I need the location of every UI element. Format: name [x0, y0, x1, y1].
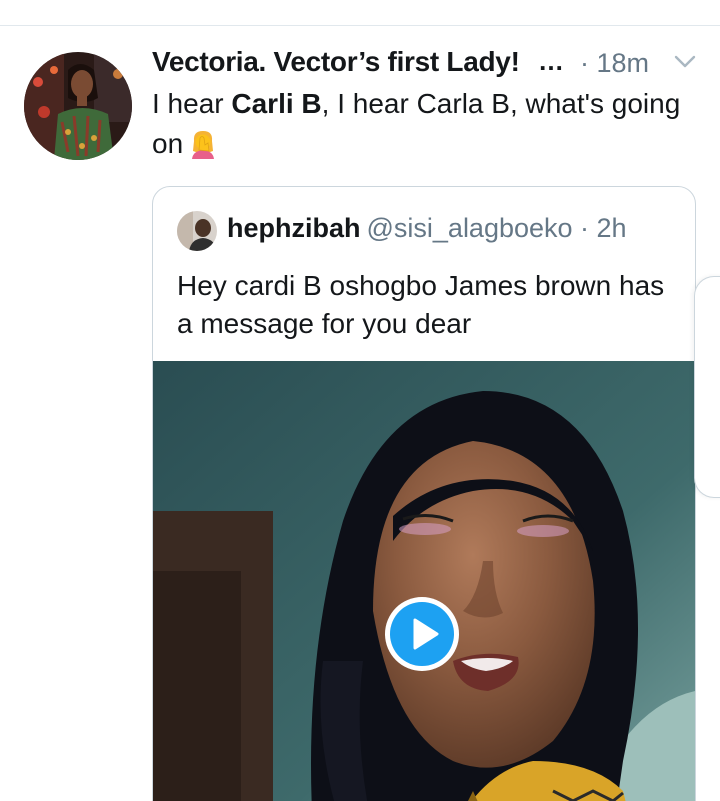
- woman-facepalming-icon: [192, 131, 215, 159]
- quoted-author-handle[interactable]: @sisi_alagboeko: [367, 213, 573, 243]
- video-thumbnail[interactable]: [153, 361, 695, 801]
- tweet-text-prefix: I hear: [152, 88, 232, 119]
- tweet-header: Vectoria. Vector’s first Lady! … · 18m: [152, 44, 712, 84]
- video-frame-illustration: [153, 361, 695, 801]
- quoted-author-name[interactable]: hephzibah: [227, 213, 361, 243]
- tweet-timestamp[interactable]: · 18m: [580, 48, 649, 79]
- play-button[interactable]: [385, 597, 459, 671]
- play-icon[interactable]: [390, 602, 454, 666]
- side-panel-handle[interactable]: [694, 276, 720, 498]
- previous-tweet-chevron-icon[interactable]: [594, 0, 612, 8]
- author-display-name[interactable]: Vectoria. Vector’s first Lady!: [152, 46, 520, 78]
- tweet-divider: [0, 25, 720, 26]
- timeline-view: Vectoria. Vector’s first Lady! … · 18m I…: [0, 0, 720, 801]
- author-avatar[interactable]: [24, 52, 132, 160]
- name-truncation: …: [538, 46, 564, 76]
- quoted-tweet-text: Hey cardi B oshogbo James brown has a me…: [177, 270, 665, 339]
- quoted-tweet-timestamp: · 2h: [572, 213, 627, 243]
- quoted-tweet-card[interactable]: hephzibah @sisi_alagboeko · 2h Hey cardi …: [152, 186, 696, 801]
- tweet-text-bold: Carli B: [231, 88, 322, 119]
- quoted-tweet-header: hephzibah @sisi_alagboeko · 2h: [227, 213, 627, 244]
- chevron-down-icon[interactable]: [672, 52, 698, 72]
- quoted-author-avatar[interactable]: [177, 211, 217, 251]
- tweet-text: I hear Carli B, I hear Carla B, what's g…: [152, 84, 700, 164]
